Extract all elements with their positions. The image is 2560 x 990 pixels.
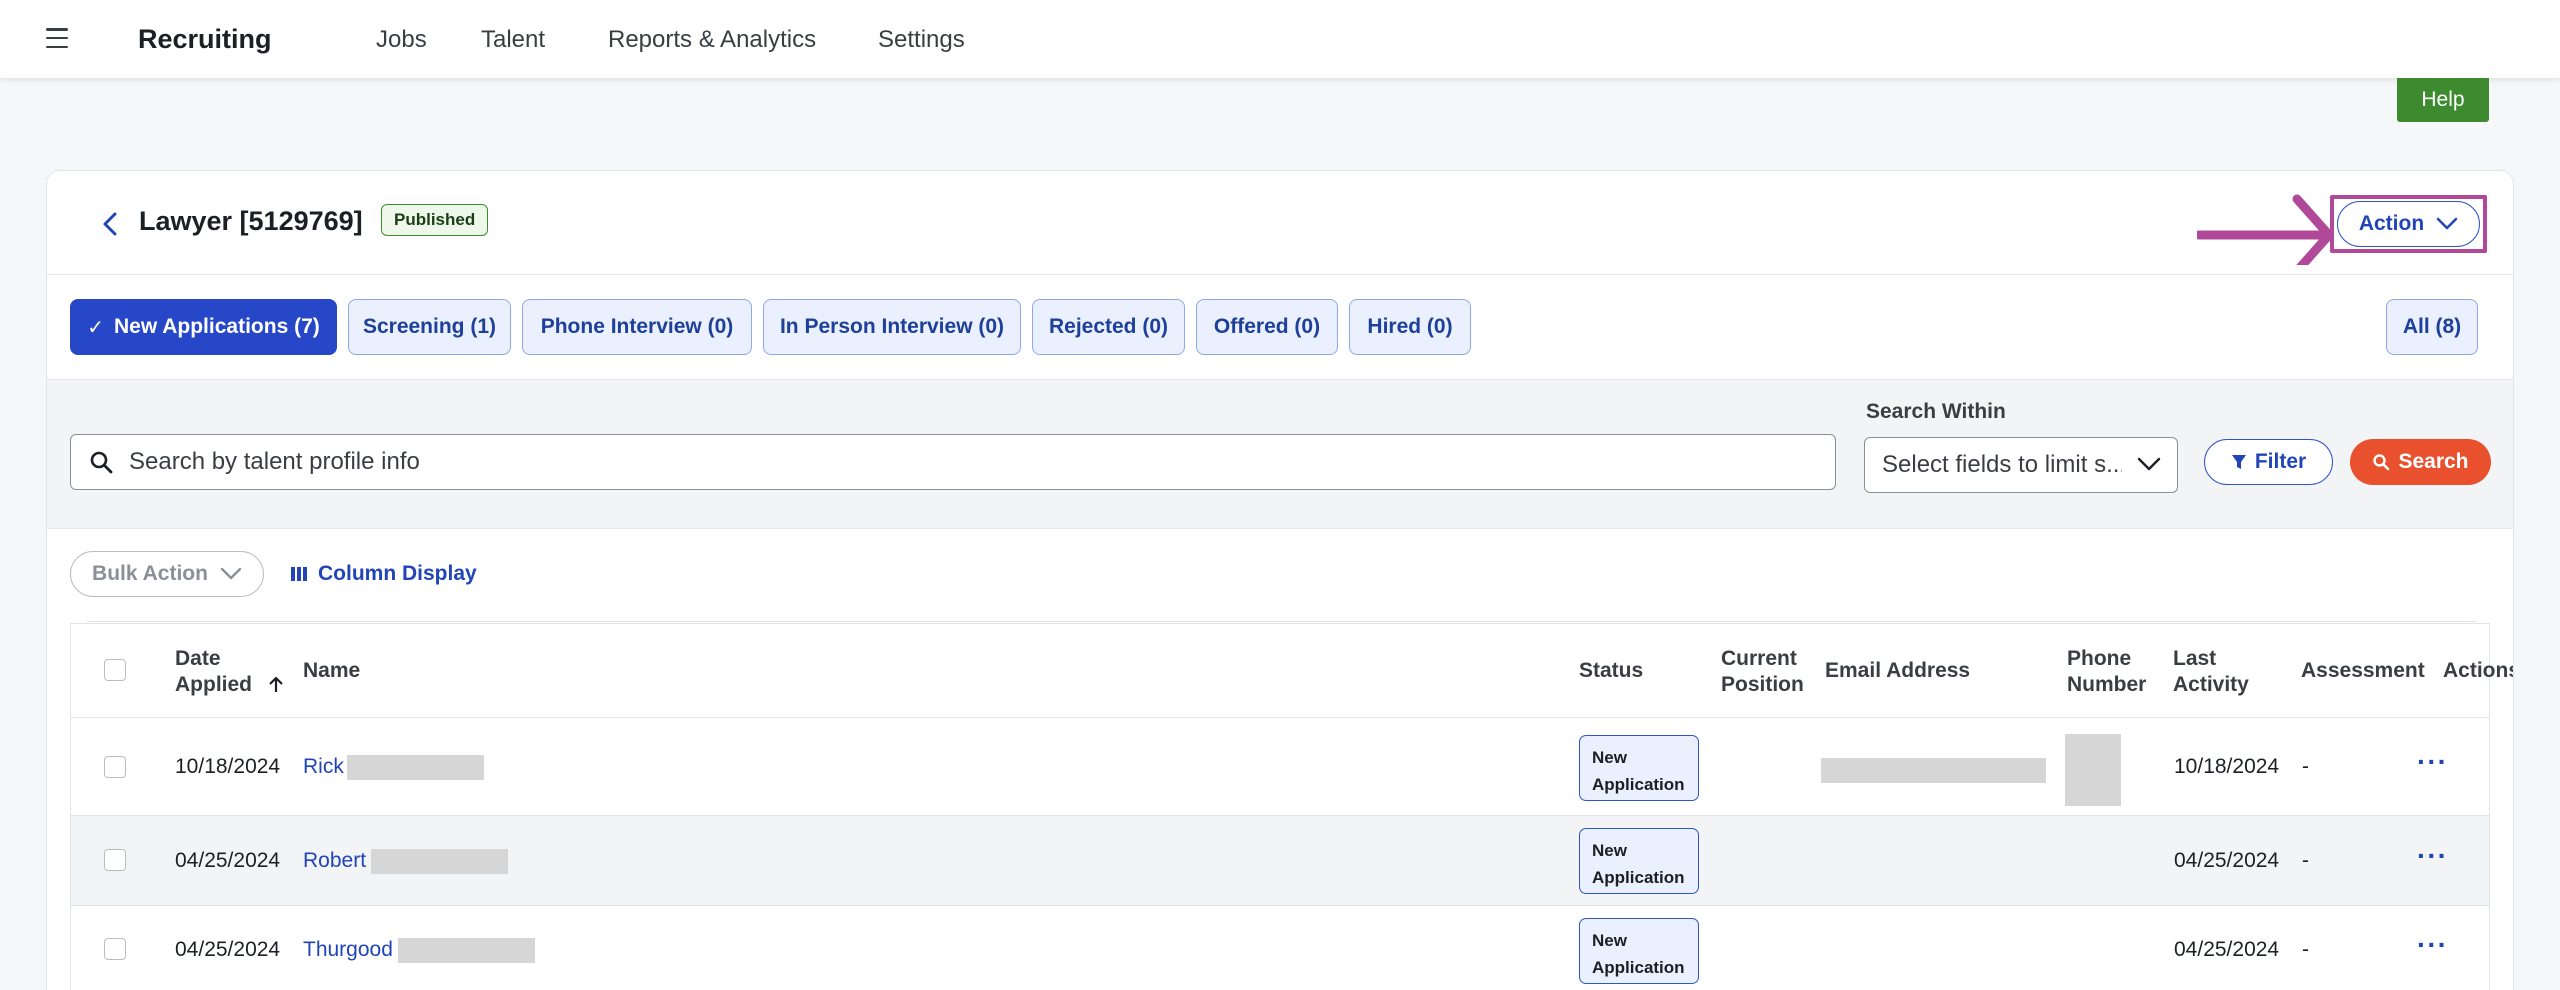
redacted-email [1821,758,2046,783]
header-last-activity[interactable]: Last Activity [2173,646,2249,698]
nav-talent[interactable]: Talent [481,26,545,54]
chevron-down-icon [220,567,242,580]
search-within-label: Search Within [1866,400,2006,423]
header-actions: Actions [2443,659,2514,682]
hamburger-menu-icon[interactable] [46,28,68,48]
row-actions-menu-icon[interactable]: ··· [2417,929,2448,961]
search-input[interactable] [129,448,1779,476]
back-chevron-icon[interactable] [97,209,123,239]
chevron-down-icon [2137,457,2161,471]
redacted-surname [347,755,484,780]
search-field[interactable] [70,434,1836,490]
search-button[interactable]: Search [2350,439,2491,485]
applicant-name-link[interactable]: Thurgood [303,938,393,962]
top-nav-bar: Recruiting Jobs Talent Reports & Analyti… [0,0,2560,78]
search-panel: Search Within Select fields to limit s..… [47,379,2513,529]
status-badge: New Application [1579,735,1699,801]
search-label: Search [2398,450,2469,473]
tab-phone-interview[interactable]: Phone Interview (0) [522,299,752,355]
funnel-icon [2231,455,2246,469]
nav-reports-analytics[interactable]: Reports & Analytics [608,26,816,54]
action-label: Action [2358,212,2425,235]
status-badge: New Application [1579,918,1699,984]
table-header: Date Applied Name Status Current Positio… [71,624,2513,718]
header-assessment[interactable]: Assessment [2301,658,2425,684]
status-badge: New Application [1579,828,1699,894]
columns-icon [291,567,307,581]
brand-title: Recruiting [138,24,272,54]
applicants-table: Date Applied Name Status Current Positio… [70,623,2513,990]
header-email-address[interactable]: Email Address [1825,658,1970,684]
action-dropdown-button[interactable]: Action [2337,201,2480,247]
date-applied: 04/25/2024 [175,938,281,961]
assessment-value: - [2302,755,2309,778]
row-checkbox[interactable] [104,938,126,960]
row-actions-menu-icon[interactable]: ··· [2417,840,2448,872]
assessment-value: - [2302,849,2309,872]
tab-screening[interactable]: Screening (1) [348,299,511,355]
tab-in-person-interview[interactable]: In Person Interview (0) [763,299,1021,355]
redacted-surname [398,938,535,963]
job-pipeline-card: Lawyer [5129769] Published Action ✓ New … [46,170,2514,990]
table-row: 04/25/2024 Thurgood New Application 04/2… [71,906,2489,990]
divider [87,621,2477,622]
tab-rejected[interactable]: Rejected (0) [1032,299,1185,355]
check-icon: ✓ [87,316,104,339]
table-row: 10/18/2024 Rick New Application 10/18/20… [71,718,2489,816]
search-within-select[interactable]: Select fields to limit s... [1864,437,2178,493]
redacted-phone [2065,734,2121,806]
column-display-label: Column Display [318,562,477,585]
tab-label: New Applications (7) [114,315,320,338]
header-date-applied[interactable]: Date Applied [175,646,284,698]
search-icon [2373,454,2390,471]
applicant-name-link[interactable]: Robert [303,849,366,873]
search-icon [90,451,113,474]
job-header: Lawyer [5129769] Published Action [47,171,2513,275]
date-applied: 04/25/2024 [175,849,281,872]
sort-ascending-icon [269,676,283,692]
date-applied: 10/18/2024 [175,755,281,778]
job-title: Lawyer [5129769] [139,206,363,236]
row-checkbox[interactable] [104,756,126,778]
table-row: 04/25/2024 Robert New Application 04/25/… [71,816,2489,906]
tab-all[interactable]: All (8) [2386,299,2478,355]
chevron-down-icon [2436,217,2458,230]
select-all-checkbox[interactable] [104,659,126,681]
row-actions-menu-icon[interactable]: ··· [2417,746,2448,778]
nav-jobs[interactable]: Jobs [376,26,427,54]
filter-button[interactable]: Filter [2204,439,2333,485]
header-phone-number[interactable]: Phone Number [2067,646,2146,698]
status-badge-published: Published [381,204,489,236]
nav-settings[interactable]: Settings [878,26,965,54]
applicant-name-link[interactable]: Rick [303,755,344,779]
bulk-action-label: Bulk Action [92,562,208,585]
redacted-surname [371,849,508,874]
assessment-value: - [2302,938,2309,961]
header-current-position[interactable]: Current Position [1721,646,1804,698]
column-display-button[interactable]: Column Display [290,551,477,597]
filter-label: Filter [2254,450,2307,473]
row-checkbox[interactable] [104,849,126,871]
tab-hired[interactable]: Hired (0) [1349,299,1471,355]
bulk-action-button[interactable]: Bulk Action [70,551,264,597]
last-activity: 10/18/2024 [2174,755,2280,778]
search-within-placeholder: Select fields to limit s... [1882,451,2122,478]
help-button[interactable]: Help [2397,78,2489,122]
tab-new-applications[interactable]: ✓ New Applications (7) [70,299,337,355]
tab-offered[interactable]: Offered (0) [1196,299,1338,355]
last-activity: 04/25/2024 [2174,938,2280,961]
last-activity: 04/25/2024 [2174,849,2280,872]
header-name[interactable]: Name [303,658,360,684]
header-status[interactable]: Status [1579,658,1643,684]
